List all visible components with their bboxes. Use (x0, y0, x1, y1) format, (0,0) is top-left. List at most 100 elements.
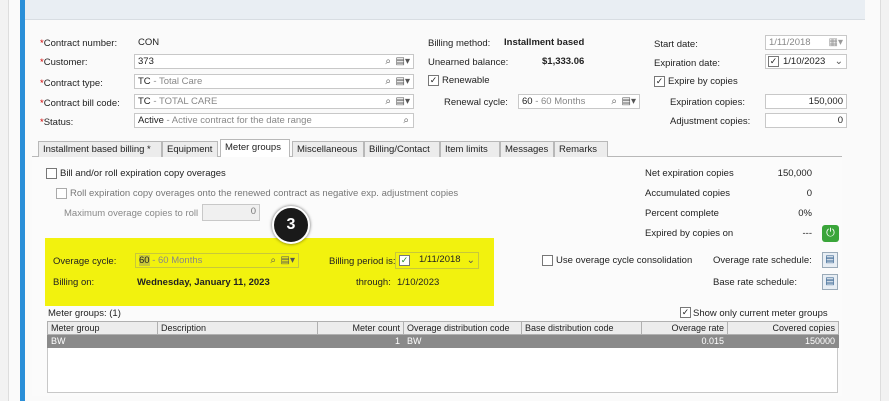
tab-item-limits[interactable]: Item limits (440, 141, 500, 157)
highlight-overlay (45, 238, 494, 306)
step-badge: 3 (272, 206, 310, 244)
expiration-copies-label: Expiration copies: (670, 97, 745, 108)
renewable-checkbox[interactable]: ✓ (428, 75, 439, 86)
roll-expiration-checkbox[interactable] (56, 188, 67, 199)
table-cell (521, 334, 642, 348)
roll-expiration-label: Roll expiration copy overages onto the r… (70, 188, 459, 199)
start-date-label: Start date: (654, 39, 698, 50)
schedule-icon[interactable]: ▤ (822, 274, 838, 290)
status-field[interactable]: Active - Active contract for the date ra… (134, 113, 414, 128)
dropdown-icon[interactable]: ▤▾ (396, 95, 410, 108)
column-header[interactable]: Overage rate (641, 321, 728, 335)
billing-method-value: Installment based (504, 37, 585, 48)
through-value: 1/10/2023 (397, 277, 440, 288)
billing-on-label: Billing on: (53, 277, 95, 288)
table-cell (157, 334, 318, 348)
table-cell: 0.015 (641, 334, 728, 348)
expiration-date-field[interactable]: ✓ 1/10/2023 ⌄ (765, 54, 847, 69)
magnifier-icon[interactable]: ⌕ (403, 114, 409, 127)
title-strip (25, 0, 865, 20)
table-cell: BW (403, 334, 522, 348)
magnifier-icon[interactable]: ⌕ (385, 75, 391, 88)
renewal-cycle-label: Renewal cycle: (444, 97, 508, 108)
meter-grid: Meter group Description Meter count Over… (47, 321, 839, 348)
column-header[interactable]: Meter group (47, 321, 158, 335)
power-icon[interactable]: ⏻ (822, 225, 839, 242)
schedule-icon[interactable]: ▤ (822, 252, 838, 268)
expired-by-copies-value: --- (802, 228, 813, 239)
unearned-balance-value: $1,333.06 (542, 56, 585, 67)
customer-label: *Customer: (40, 57, 88, 68)
tab-meter-groups[interactable]: Meter groups (220, 139, 290, 157)
column-header[interactable]: Covered copies (727, 321, 839, 335)
through-label: through: (356, 277, 391, 288)
consolidation-label: Use overage cycle consolidation (556, 255, 693, 266)
billing-period-label: Billing period is: (329, 256, 396, 267)
contract-number-label: *Contract number: (40, 38, 118, 49)
table-cell: 150000 (727, 334, 839, 348)
column-header[interactable]: Meter count (317, 321, 404, 335)
bill-roll-overages-checkbox[interactable] (46, 168, 57, 179)
dropdown-icon[interactable]: ▤▾ (622, 95, 636, 108)
expired-by-copies-label: Expired by copies on (645, 228, 734, 239)
calendar-icon: ▦▾ (828, 37, 843, 48)
expiration-copies-field[interactable]: 150,000 (765, 94, 847, 109)
dropdown-icon[interactable]: ▤▾ (396, 75, 410, 88)
tab-installment-billing[interactable]: Installment based billing * (38, 141, 162, 157)
magnifier-icon[interactable]: ⌕ (611, 95, 617, 108)
billing-period-checkbox[interactable]: ✓ (399, 255, 410, 266)
meter-groups-count: Meter groups: (1) (48, 308, 121, 319)
customer-field[interactable]: 373 ⌕ ▤▾ (134, 54, 414, 69)
billing-period-field[interactable]: ✓ 1/11/2018 ⌄ (395, 252, 479, 269)
accent-bar (20, 0, 25, 401)
net-expiration-value: 150,000 (777, 168, 812, 179)
billing-on-value: Wednesday, January 11, 2023 (137, 277, 270, 288)
expire-by-copies-label: Expire by copies (668, 76, 738, 87)
show-current-checkbox[interactable]: ✓ (680, 307, 691, 318)
tab-equipment[interactable]: Equipment (162, 141, 218, 157)
magnifier-icon[interactable]: ⌕ (270, 254, 276, 267)
unearned-balance-label: Unearned balance: (428, 57, 509, 68)
contract-bill-code-field[interactable]: TC - TOTAL CARE ⌕ ▤▾ (134, 94, 414, 109)
chevron-down-icon[interactable]: ⌄ (467, 254, 475, 267)
overage-rate-schedule-label: Overage rate schedule: (713, 255, 812, 266)
max-overage-label: Maximum overage copies to roll (64, 208, 199, 219)
billing-method-label: Billing method: (428, 38, 491, 49)
tab-billing-contact[interactable]: Billing/Contact (364, 141, 440, 157)
column-header[interactable]: Description (157, 321, 318, 335)
grid-header-row: Meter group Description Meter count Over… (47, 321, 839, 335)
magnifier-icon[interactable]: ⌕ (385, 95, 391, 108)
dropdown-icon[interactable]: ▤▾ (281, 254, 295, 267)
contract-bill-code-label: *Contract bill code: (40, 98, 120, 109)
overage-cycle-field[interactable]: 60 - 60 Months ⌕ ▤▾ (135, 253, 299, 268)
renewal-cycle-field[interactable]: 60 - 60 Months ⌕ ▤▾ (518, 94, 640, 109)
dropdown-icon[interactable]: ▤▾ (396, 55, 410, 68)
status-label: *Status: (40, 117, 74, 128)
table-row[interactable]: BW 1 BW 0.015 150000 (47, 334, 839, 348)
tab-miscellaneous[interactable]: Miscellaneous (292, 141, 364, 157)
renewable-label: Renewable (442, 75, 490, 86)
consolidation-checkbox[interactable] (542, 255, 553, 266)
contract-type-field[interactable]: TC - Total Care ⌕ ▤▾ (134, 74, 414, 89)
column-header[interactable]: Base distribution code (521, 321, 642, 335)
expiration-date-checkbox[interactable]: ✓ (768, 56, 779, 67)
accumulated-label: Accumulated copies (645, 188, 731, 199)
expire-by-copies-checkbox[interactable]: ✓ (654, 76, 665, 87)
net-expiration-label: Net expiration copies (645, 168, 734, 179)
adjustment-copies-field[interactable]: 0 (765, 113, 847, 128)
table-cell: BW (47, 334, 158, 348)
percent-complete-value: 0% (798, 208, 812, 219)
tab-remarks[interactable]: Remarks (554, 141, 608, 157)
chevron-down-icon[interactable]: ⌄ (835, 55, 843, 68)
column-header[interactable]: Overage distribution code (403, 321, 522, 335)
magnifier-icon[interactable]: ⌕ (385, 55, 391, 68)
overage-cycle-label: Overage cycle: (53, 256, 117, 267)
show-current-label: Show only current meter groups (693, 308, 828, 319)
bill-roll-overages-label: Bill and/or roll expiration copy overage… (60, 168, 226, 179)
accumulated-value: 0 (806, 188, 812, 199)
percent-complete-label: Percent complete (645, 208, 719, 219)
base-rate-schedule-label: Base rate schedule: (713, 277, 797, 288)
contract-number-field[interactable]: CON (134, 35, 414, 50)
tab-messages[interactable]: Messages (500, 141, 554, 157)
contract-type-label: *Contract type: (40, 78, 103, 89)
